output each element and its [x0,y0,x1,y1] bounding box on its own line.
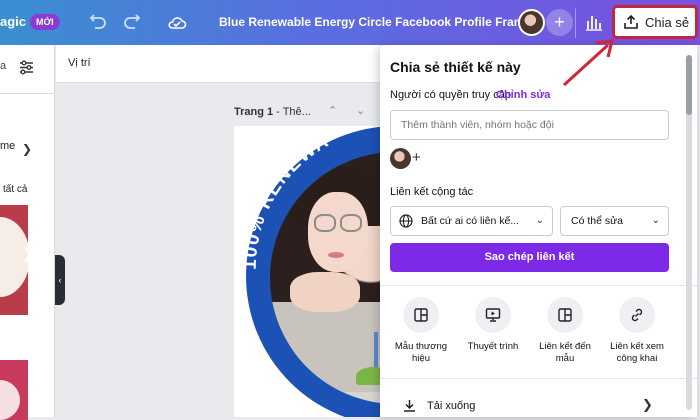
option-label: Liên kết xem công khai [610,341,664,364]
left-panel: a me ❯ tất cả ❯ [0,45,55,420]
document-title[interactable]: Blue Renewable Energy Circle Facebook Pr… [219,15,531,29]
add-collaborator-button[interactable]: + [546,9,573,36]
template-thumbnail[interactable] [0,360,28,420]
collapse-panel-handle[interactable]: ‹ [55,255,65,305]
public-view-link-option[interactable]: Liên kết xem công khai [602,297,672,365]
collaboration-link-label: Liên kết cộng tác [390,186,474,198]
option-label: Liên kết đến mẫu [539,341,591,364]
insights-chart-icon[interactable] [584,12,604,32]
brand-name: agic [0,14,27,29]
design-canvas[interactable]: 100% RENEWA [234,126,380,417]
template-link-icon [558,308,572,322]
edit-access-link[interactable]: Chỉnh sửa [496,89,550,101]
svg-text:100% RENEWA: 100% RENEWA [240,130,334,270]
share-button-label: Chia sẻ [645,14,690,30]
divider [575,8,576,38]
divider [380,285,697,286]
chevron-down-icon[interactable]: ⌄ [356,104,365,117]
page-label: Trang 1 - Thê... [234,106,311,118]
undo-icon[interactable] [88,13,108,33]
link-scope-select[interactable]: Bất cứ ai có liên kế... ⌄ [390,206,553,236]
globe-icon [399,214,413,228]
category-chip[interactable]: me [0,140,15,152]
ring-text: 100% RENEWA [240,130,334,270]
download-label: Tải xuống [427,399,476,412]
brand-template-option[interactable]: Mẫu thương hiệu [386,297,456,365]
template-link-option[interactable]: Liên kết đến mẫu [530,297,600,365]
chevron-right-icon[interactable]: ❯ [22,142,32,156]
chevron-down-icon: ⌄ [535,215,544,226]
filter-icon[interactable] [18,59,35,76]
chevron-right-icon[interactable]: ❯ [642,397,653,413]
copy-link-button[interactable]: Sao chép liên kết [390,243,669,272]
link-icon [631,308,643,322]
chevron-right-icon[interactable]: ❯ [22,245,34,262]
option-label: Thuyết trình [467,341,519,352]
access-label: Người có quyền truy cập [390,89,511,101]
link-permission-value: Có thể sửa [571,215,623,227]
link-permission-select[interactable]: Có thể sửa ⌄ [560,206,669,236]
new-badge: MỚI [30,14,60,30]
see-all-link[interactable]: tất cả [3,184,27,195]
page-title-fragment[interactable]: - Thê... [273,106,311,118]
page-number: Trang 1 [234,106,274,118]
template-icon [414,308,428,322]
share-panel-title: Chia sẻ thiết kế này [390,59,521,75]
add-member-icon[interactable]: + [412,149,421,166]
link-scope-value: Bất cứ ai có liên kế... [421,215,520,227]
chevron-up-icon[interactable]: ⌃ [328,104,337,117]
position-button[interactable]: Vị trí [68,57,91,69]
upload-icon [624,14,638,29]
editor-toolbar: Vị trí [56,45,380,83]
presentation-icon [485,308,501,322]
present-option[interactable]: Thuyết trình [458,297,528,353]
download-option[interactable]: Tải xuống [402,398,475,413]
search-input-fragment[interactable]: a [0,60,6,72]
divider [0,93,55,94]
scrollbar-thumb[interactable] [686,55,692,115]
option-label: Mẫu thương hiệu [394,341,448,364]
redo-icon[interactable] [122,13,142,33]
avatar[interactable] [390,148,411,169]
invite-members-input[interactable] [390,110,669,140]
share-panel: Chia sẻ thiết kế này Người có quyền truy… [380,45,697,417]
download-icon [404,400,415,412]
chevron-down-icon: ⌄ [651,215,660,226]
share-button[interactable]: Chia sẻ [612,5,698,39]
avatar[interactable] [518,9,545,36]
annotation-arrow-icon [562,39,614,87]
divider [380,378,697,379]
cloud-saved-icon[interactable] [167,13,187,33]
